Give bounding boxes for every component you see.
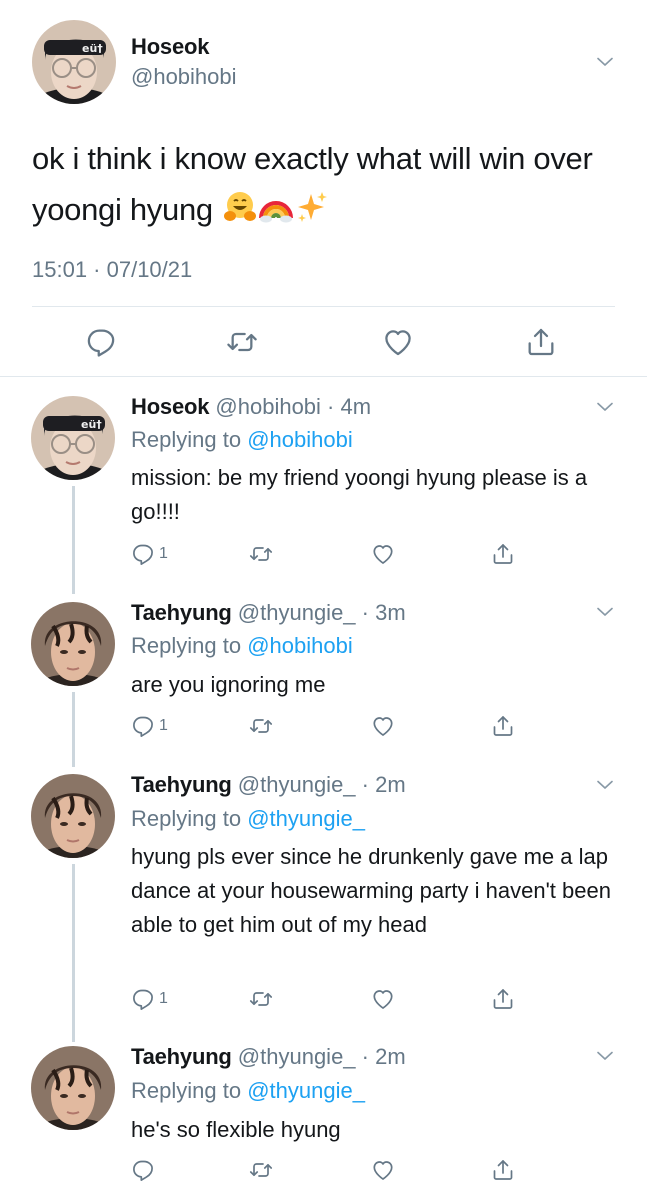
replying-to-prefix: Replying to — [131, 633, 248, 658]
thread-line — [72, 692, 75, 767]
like-icon — [371, 542, 395, 566]
divider — [32, 306, 615, 307]
thread-line — [72, 864, 75, 1042]
like-button[interactable] — [371, 542, 395, 566]
author-name[interactable]: Hoseok — [131, 34, 209, 60]
reply-header: Taehyung @thyungie_ · 3m — [131, 600, 406, 626]
chevron-down-icon[interactable] — [597, 402, 613, 412]
share-button[interactable] — [491, 542, 515, 566]
replying-to: Replying to @hobihobi — [131, 427, 353, 453]
hoseok-avatar-image — [32, 20, 116, 104]
share-button[interactable] — [491, 987, 515, 1011]
avatar[interactable] — [32, 20, 116, 104]
retweet-button[interactable] — [249, 542, 273, 566]
like-button[interactable] — [371, 714, 395, 738]
reply-icon — [131, 987, 155, 1011]
share-button[interactable] — [491, 714, 515, 738]
retweet-button[interactable] — [249, 987, 273, 1011]
retweet-icon — [249, 987, 273, 1011]
replying-to-prefix: Replying to — [131, 427, 248, 452]
author-meta[interactable]: @thyungie_ · 3m — [238, 600, 406, 625]
reply-button[interactable] — [131, 1158, 159, 1182]
replying-to-handle[interactable]: @hobihobi — [247, 633, 353, 658]
like-icon — [371, 714, 395, 738]
rainbow-icon — [259, 188, 294, 239]
reply-header: Taehyung @thyungie_ · 2m — [131, 772, 406, 798]
like-button[interactable] — [371, 1158, 395, 1182]
reply-count: 1 — [159, 717, 168, 734]
taehyung-avatar-image — [31, 774, 115, 858]
retweet-icon[interactable] — [226, 326, 258, 358]
reply-text: he's so flexible hyung — [131, 1117, 341, 1142]
reply-icon — [131, 714, 155, 738]
like-icon — [371, 1158, 395, 1182]
share-icon — [491, 542, 515, 566]
share-icon — [491, 1158, 515, 1182]
author-meta[interactable]: @thyungie_ · 2m — [238, 1044, 406, 1069]
reply-button[interactable]: 1 — [131, 987, 168, 1011]
replying-to-prefix: Replying to — [131, 1078, 248, 1103]
retweet-button[interactable] — [249, 1158, 273, 1182]
author-name[interactable]: Taehyung — [131, 772, 232, 797]
chevron-down-icon[interactable] — [597, 607, 613, 617]
share-icon — [491, 714, 515, 738]
author-name[interactable]: Taehyung — [131, 600, 232, 625]
replying-to: Replying to @thyungie_ — [131, 1078, 365, 1104]
replying-to: Replying to @thyungie_ — [131, 806, 365, 832]
divider — [0, 376, 647, 377]
like-icon — [371, 987, 395, 1011]
reply-icon — [131, 1158, 155, 1182]
retweet-icon — [249, 1158, 273, 1182]
author-meta[interactable]: @hobihobi · 4m — [215, 394, 371, 419]
share-icon[interactable] — [525, 326, 557, 358]
reply-header: Hoseok @hobihobi · 4m — [131, 394, 371, 420]
taehyung-avatar-image — [31, 1046, 115, 1130]
author-handle[interactable]: @hobihobi — [131, 64, 237, 90]
hugging-face-icon — [223, 188, 257, 239]
reply-button[interactable]: 1 — [131, 542, 168, 566]
taehyung-avatar-image — [31, 602, 115, 686]
retweet-button[interactable] — [249, 714, 273, 738]
author-name[interactable]: Hoseok — [131, 394, 209, 419]
avatar[interactable] — [31, 396, 115, 480]
replying-to-handle[interactable]: @thyungie_ — [247, 1078, 365, 1103]
replying-to-prefix: Replying to — [131, 806, 248, 831]
avatar[interactable] — [31, 602, 115, 686]
sparkles-icon — [295, 188, 329, 239]
reply-count: 1 — [159, 990, 168, 1007]
chevron-down-icon[interactable] — [597, 1051, 613, 1061]
avatar[interactable] — [31, 774, 115, 858]
author-name[interactable]: Taehyung — [131, 1044, 232, 1069]
avatar[interactable] — [31, 1046, 115, 1130]
tweet-text: ok i think i know exactly what will win … — [32, 133, 622, 239]
like-icon[interactable] — [382, 326, 414, 358]
replying-to: Replying to @hobihobi — [131, 633, 353, 659]
replying-to-handle[interactable]: @hobihobi — [247, 427, 353, 452]
reply-header: Taehyung @thyungie_ · 2m — [131, 1044, 406, 1070]
replying-to-handle[interactable]: @thyungie_ — [247, 806, 365, 831]
retweet-icon — [249, 714, 273, 738]
reply-text: mission: be my friend yoongi hyung pleas… — [131, 465, 588, 524]
hoseok-avatar-image — [31, 396, 115, 480]
chevron-down-icon[interactable] — [597, 57, 613, 67]
like-button[interactable] — [371, 987, 395, 1011]
reply-icon[interactable] — [85, 326, 117, 358]
share-button[interactable] — [491, 1158, 515, 1182]
reply-text: hyung pls ever since he drunkenly gave m… — [131, 844, 611, 937]
reply-count: 1 — [159, 545, 168, 562]
reply-text: are you ignoring me — [131, 672, 326, 697]
reply-button[interactable]: 1 — [131, 714, 168, 738]
reply-icon — [131, 542, 155, 566]
thread-line — [72, 486, 75, 594]
share-icon — [491, 987, 515, 1011]
tweet-timestamp[interactable]: 15:01 · 07/10/21 — [32, 257, 192, 283]
retweet-icon — [249, 542, 273, 566]
main-tweet: Hoseok @hobihobi ok i think i know exact… — [0, 0, 647, 377]
author-meta[interactable]: @thyungie_ · 2m — [238, 772, 406, 797]
chevron-down-icon[interactable] — [597, 780, 613, 790]
